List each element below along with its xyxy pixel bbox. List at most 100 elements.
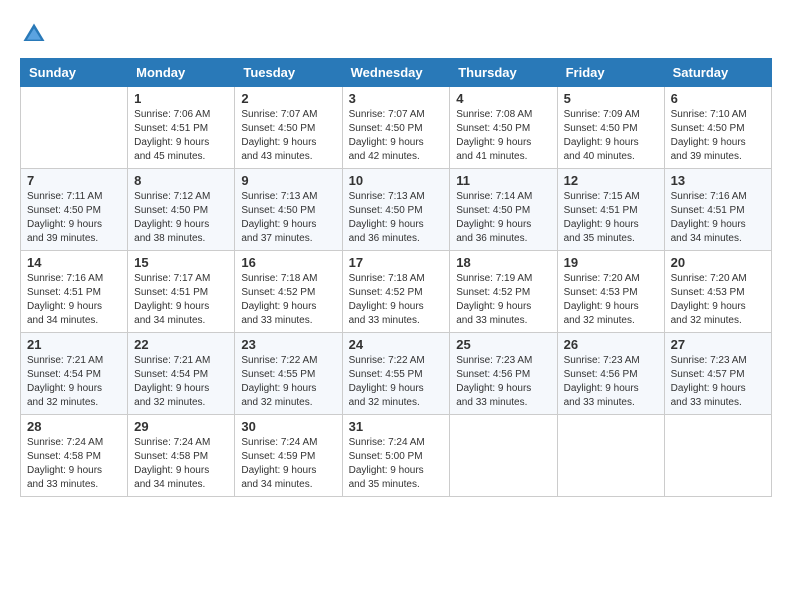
day-info: Sunrise: 7:24 AM Sunset: 4:58 PM Dayligh… bbox=[27, 436, 121, 492]
logo bbox=[20, 20, 52, 48]
calendar-cell: 3 Sunrise: 7:07 AM Sunset: 4:50 PM Daylig… bbox=[342, 87, 450, 169]
day-number: 17 bbox=[349, 255, 444, 270]
calendar-cell: 18Sunrise: 7:19 AM Sunset: 4:52 PM Dayli… bbox=[450, 251, 557, 333]
logo-icon bbox=[20, 20, 48, 48]
day-number: 21 bbox=[27, 337, 121, 352]
day-number: 18 bbox=[456, 255, 550, 270]
day-number: 31 bbox=[349, 419, 444, 434]
day-info: Sunrise: 7:22 AM Sunset: 4:55 PM Dayligh… bbox=[349, 354, 444, 410]
day-info: Sunrise: 7:24 AM Sunset: 5:00 PM Dayligh… bbox=[349, 436, 444, 492]
calendar-cell: 9 Sunrise: 7:13 AM Sunset: 4:50 PM Daylig… bbox=[235, 169, 342, 251]
day-info: Sunrise: 7:11 AM Sunset: 4:50 PM Dayligh… bbox=[27, 190, 121, 246]
calendar-cell: 12 Sunrise: 7:15 AM Sunset: 4:51 PM Dayli… bbox=[557, 169, 664, 251]
calendar-cell: 10 Sunrise: 7:13 AM Sunset: 4:50 PM Dayli… bbox=[342, 169, 450, 251]
day-info: Sunrise: 7:16 AM Sunset: 4:51 PM Dayligh… bbox=[671, 190, 765, 246]
day-info: Sunrise: 7:24 AM Sunset: 4:59 PM Dayligh… bbox=[241, 436, 335, 492]
day-info: Sunrise: 7:20 AM Sunset: 4:53 PM Dayligh… bbox=[671, 272, 765, 328]
day-info: Sunrise: 7:06 AM Sunset: 4:51 PM Dayligh… bbox=[134, 108, 228, 164]
day-info: Sunrise: 7:17 AM Sunset: 4:51 PM Dayligh… bbox=[134, 272, 228, 328]
day-number: 15 bbox=[134, 255, 228, 270]
calendar-cell: 8 Sunrise: 7:12 AM Sunset: 4:50 PM Daylig… bbox=[128, 169, 235, 251]
day-info: Sunrise: 7:07 AM Sunset: 4:50 PM Dayligh… bbox=[349, 108, 444, 164]
calendar-cell: 14 Sunrise: 7:16 AM Sunset: 4:51 PM Dayli… bbox=[21, 251, 128, 333]
day-info: Sunrise: 7:24 AM Sunset: 4:58 PM Dayligh… bbox=[134, 436, 228, 492]
day-info: Sunrise: 7:07 AM Sunset: 4:50 PM Dayligh… bbox=[241, 108, 335, 164]
day-number: 29 bbox=[134, 419, 228, 434]
day-info: Sunrise: 7:16 AM Sunset: 4:51 PM Dayligh… bbox=[27, 272, 121, 328]
calendar-header-friday: Friday bbox=[557, 59, 664, 87]
calendar-header-monday: Monday bbox=[128, 59, 235, 87]
calendar-cell: 2 Sunrise: 7:07 AM Sunset: 4:50 PM Daylig… bbox=[235, 87, 342, 169]
calendar-cell: 13 Sunrise: 7:16 AM Sunset: 4:51 PM Dayli… bbox=[664, 169, 771, 251]
day-info: Sunrise: 7:23 AM Sunset: 4:56 PM Dayligh… bbox=[564, 354, 658, 410]
calendar-cell: 20Sunrise: 7:20 AM Sunset: 4:53 PM Dayli… bbox=[664, 251, 771, 333]
calendar-cell: 5 Sunrise: 7:09 AM Sunset: 4:50 PM Daylig… bbox=[557, 87, 664, 169]
day-info: Sunrise: 7:09 AM Sunset: 4:50 PM Dayligh… bbox=[564, 108, 658, 164]
day-info: Sunrise: 7:15 AM Sunset: 4:51 PM Dayligh… bbox=[564, 190, 658, 246]
day-number: 5 bbox=[564, 91, 658, 106]
day-info: Sunrise: 7:23 AM Sunset: 4:56 PM Dayligh… bbox=[456, 354, 550, 410]
calendar-header-saturday: Saturday bbox=[664, 59, 771, 87]
day-number: 25 bbox=[456, 337, 550, 352]
day-info: Sunrise: 7:08 AM Sunset: 4:50 PM Dayligh… bbox=[456, 108, 550, 164]
calendar-header-thursday: Thursday bbox=[450, 59, 557, 87]
calendar-header-sunday: Sunday bbox=[21, 59, 128, 87]
calendar-cell: 22 Sunrise: 7:21 AM Sunset: 4:54 PM Dayli… bbox=[128, 333, 235, 415]
calendar-cell: 21 Sunrise: 7:21 AM Sunset: 4:54 PM Dayli… bbox=[21, 333, 128, 415]
day-info: Sunrise: 7:13 AM Sunset: 4:50 PM Dayligh… bbox=[349, 190, 444, 246]
calendar-cell: 16 Sunrise: 7:18 AM Sunset: 4:52 PM Dayli… bbox=[235, 251, 342, 333]
day-number: 1 bbox=[134, 91, 228, 106]
calendar-cell: 1 Sunrise: 7:06 AM Sunset: 4:51 PM Daylig… bbox=[128, 87, 235, 169]
day-number: 9 bbox=[241, 173, 335, 188]
calendar-cell: 31 Sunrise: 7:24 AM Sunset: 5:00 PM Dayli… bbox=[342, 415, 450, 497]
day-number: 30 bbox=[241, 419, 335, 434]
day-info: Sunrise: 7:14 AM Sunset: 4:50 PM Dayligh… bbox=[456, 190, 550, 246]
day-info: Sunrise: 7:13 AM Sunset: 4:50 PM Dayligh… bbox=[241, 190, 335, 246]
day-number: 4 bbox=[456, 91, 550, 106]
day-info: Sunrise: 7:18 AM Sunset: 4:52 PM Dayligh… bbox=[349, 272, 444, 328]
day-number: 23 bbox=[241, 337, 335, 352]
calendar-cell bbox=[664, 415, 771, 497]
calendar-cell: 25 Sunrise: 7:23 AM Sunset: 4:56 PM Dayli… bbox=[450, 333, 557, 415]
calendar-cell: 17 Sunrise: 7:18 AM Sunset: 4:52 PM Dayli… bbox=[342, 251, 450, 333]
day-info: Sunrise: 7:22 AM Sunset: 4:55 PM Dayligh… bbox=[241, 354, 335, 410]
day-info: Sunrise: 7:20 AM Sunset: 4:53 PM Dayligh… bbox=[564, 272, 658, 328]
calendar-cell: 26 Sunrise: 7:23 AM Sunset: 4:56 PM Dayli… bbox=[557, 333, 664, 415]
calendar-cell: 4 Sunrise: 7:08 AM Sunset: 4:50 PM Daylig… bbox=[450, 87, 557, 169]
day-info: Sunrise: 7:18 AM Sunset: 4:52 PM Dayligh… bbox=[241, 272, 335, 328]
day-number: 14 bbox=[27, 255, 121, 270]
day-number: 13 bbox=[671, 173, 765, 188]
day-number: 6 bbox=[671, 91, 765, 106]
calendar-cell: 7 Sunrise: 7:11 AM Sunset: 4:50 PM Daylig… bbox=[21, 169, 128, 251]
day-number: 7 bbox=[27, 173, 121, 188]
calendar: SundayMondayTuesdayWednesdayThursdayFrid… bbox=[20, 58, 772, 497]
day-number: 2 bbox=[241, 91, 335, 106]
day-number: 10 bbox=[349, 173, 444, 188]
day-number: 3 bbox=[349, 91, 444, 106]
day-number: 27 bbox=[671, 337, 765, 352]
day-number: 26 bbox=[564, 337, 658, 352]
day-number: 16 bbox=[241, 255, 335, 270]
day-number: 24 bbox=[349, 337, 444, 352]
page-header bbox=[20, 20, 772, 48]
calendar-cell bbox=[557, 415, 664, 497]
day-number: 12 bbox=[564, 173, 658, 188]
day-info: Sunrise: 7:23 AM Sunset: 4:57 PM Dayligh… bbox=[671, 354, 765, 410]
day-info: Sunrise: 7:21 AM Sunset: 4:54 PM Dayligh… bbox=[27, 354, 121, 410]
calendar-cell: 29 Sunrise: 7:24 AM Sunset: 4:58 PM Dayli… bbox=[128, 415, 235, 497]
day-info: Sunrise: 7:21 AM Sunset: 4:54 PM Dayligh… bbox=[134, 354, 228, 410]
calendar-header-wednesday: Wednesday bbox=[342, 59, 450, 87]
calendar-cell: 30 Sunrise: 7:24 AM Sunset: 4:59 PM Dayli… bbox=[235, 415, 342, 497]
day-info: Sunrise: 7:10 AM Sunset: 4:50 PM Dayligh… bbox=[671, 108, 765, 164]
day-number: 8 bbox=[134, 173, 228, 188]
calendar-cell: 23 Sunrise: 7:22 AM Sunset: 4:55 PM Dayli… bbox=[235, 333, 342, 415]
calendar-cell: 19Sunrise: 7:20 AM Sunset: 4:53 PM Dayli… bbox=[557, 251, 664, 333]
day-number: 22 bbox=[134, 337, 228, 352]
day-info: Sunrise: 7:12 AM Sunset: 4:50 PM Dayligh… bbox=[134, 190, 228, 246]
calendar-cell: 15 Sunrise: 7:17 AM Sunset: 4:51 PM Dayli… bbox=[128, 251, 235, 333]
calendar-header-tuesday: Tuesday bbox=[235, 59, 342, 87]
calendar-cell: 28 Sunrise: 7:24 AM Sunset: 4:58 PM Dayli… bbox=[21, 415, 128, 497]
calendar-cell bbox=[450, 415, 557, 497]
day-number: 28 bbox=[27, 419, 121, 434]
calendar-cell: 6 Sunrise: 7:10 AM Sunset: 4:50 PM Daylig… bbox=[664, 87, 771, 169]
